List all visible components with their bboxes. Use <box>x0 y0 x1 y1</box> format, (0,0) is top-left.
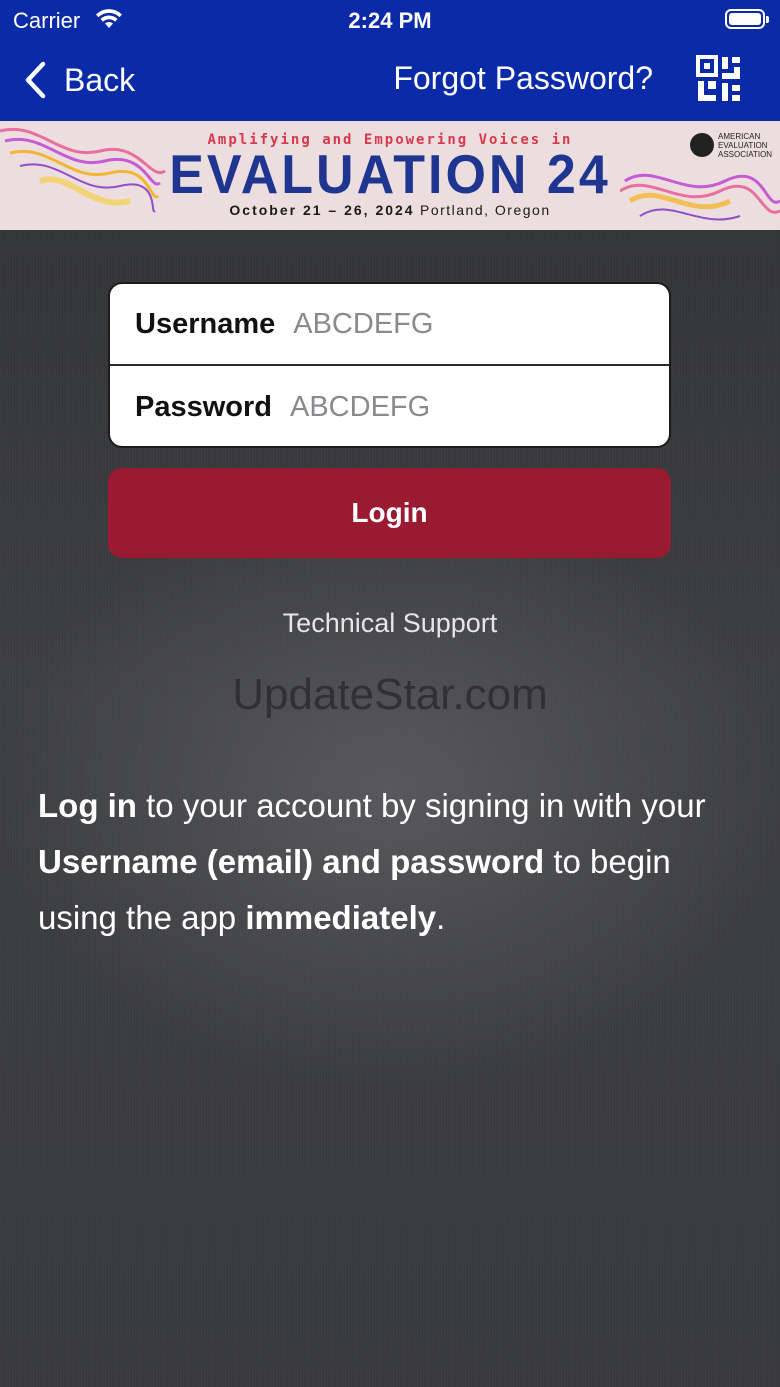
username-input[interactable] <box>293 307 634 341</box>
qr-code-icon[interactable] <box>695 54 743 104</box>
aea-logo: AMERICAN EVALUATION ASSOCIATION <box>690 129 774 161</box>
info-bold-credentials: Username (email) and password <box>38 843 545 880</box>
info-bold-immediately: immediately <box>245 899 437 936</box>
login-button[interactable]: Login <box>108 468 671 558</box>
event-location: Portland, Oregon <box>419 202 551 218</box>
back-label: Back <box>64 61 136 98</box>
username-row: Username <box>110 284 669 366</box>
navigation-bar: Back Forgot Password? <box>0 40 780 121</box>
technical-support-link[interactable]: Technical Support <box>0 608 780 639</box>
info-text-1: to your account by signing in with your <box>136 787 706 824</box>
clock: 2:24 PM <box>348 8 432 33</box>
aea-logo-line2: EVALUATION <box>718 140 768 150</box>
username-label: Username <box>135 307 276 340</box>
banner-title: EVALUATION 24 <box>169 144 611 206</box>
watermark: UpdateStar.com <box>232 670 548 719</box>
back-button[interactable]: Back <box>22 58 135 102</box>
status-bar: Carrier 2:24 PM <box>0 0 780 40</box>
forgot-password-link[interactable]: Forgot Password? <box>393 60 653 97</box>
info-bold-login: Log in <box>38 787 137 824</box>
battery-icon <box>725 9 769 29</box>
event-banner: Amplifying and Empowering Voices in EVAL… <box>0 121 780 230</box>
event-dates: October 21 – 26, 2024 <box>229 202 415 218</box>
info-text-3: . <box>436 899 446 936</box>
aea-logo-icon <box>690 133 714 157</box>
aea-logo-line3: ASSOCIATION <box>718 149 773 159</box>
login-instructions: Log in to your account by signing in wit… <box>38 778 738 946</box>
chevron-left-icon <box>25 61 46 99</box>
login-form: Username Password <box>108 282 671 448</box>
login-area: Username Password Login Technical Suppor… <box>0 230 780 1387</box>
top-bar: Carrier 2:24 PM Back Forgot Password? <box>0 0 780 121</box>
password-label: Password <box>135 390 272 423</box>
banner-dates: October 21 – 26, 2024 Portland, Oregon <box>0 202 780 218</box>
password-input[interactable] <box>290 390 630 424</box>
aea-logo-line1: AMERICAN <box>718 131 761 141</box>
password-row: Password <box>110 366 669 446</box>
